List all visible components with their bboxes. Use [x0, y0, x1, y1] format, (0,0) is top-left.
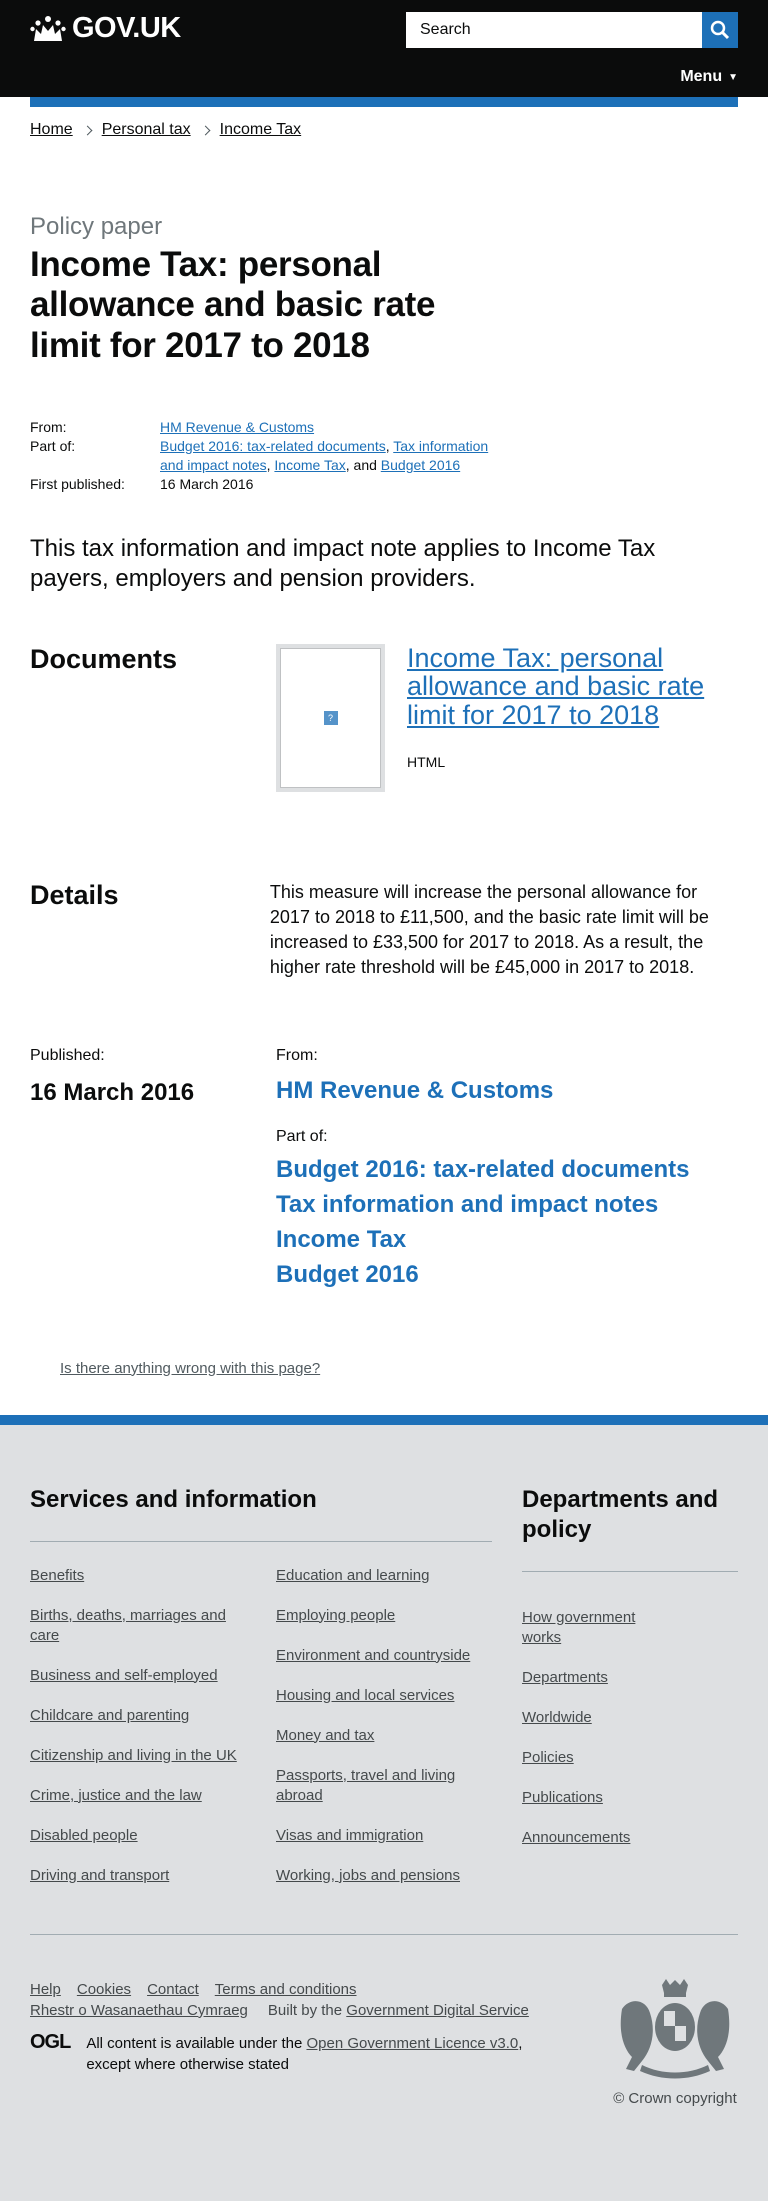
govuk-logo-link[interactable]: GOV.UK [30, 12, 181, 45]
partof-link-budget-docs[interactable]: Budget 2016: tax-related documents [276, 1152, 689, 1187]
meta-partof-link-budget-2016[interactable]: Budget 2016 [381, 457, 460, 473]
footer-link-visas[interactable]: Visas and immigration [276, 1826, 492, 1846]
header-blue-bar [30, 97, 738, 107]
licence-link[interactable]: Open Government Licence v3.0 [306, 2035, 518, 2052]
breadcrumb-personal-tax[interactable]: Personal tax [102, 121, 191, 139]
published-date: 16 March 2016 [30, 1078, 195, 1106]
breadcrumb: Home Personal tax Income Tax [0, 107, 768, 143]
partof-link-income-tax[interactable]: Income Tax [276, 1222, 689, 1257]
footer-link-worldwide[interactable]: Worldwide [522, 1708, 672, 1728]
ogl-logo-icon: OGL [30, 2030, 71, 2053]
search-icon [710, 20, 730, 40]
details-text: This measure will increase the personal … [269, 881, 709, 978]
menu-button[interactable]: Menu ▼ [680, 68, 738, 86]
report-problem-link[interactable]: Is there anything wrong with this page? [60, 1360, 320, 1377]
documents-heading: Documents [30, 643, 178, 674]
details-heading: Details [30, 879, 119, 910]
meta-partof-label: Part of: [30, 437, 76, 454]
services-column-1: Benefits Births, deaths, marriages and c… [30, 1566, 276, 1906]
partof-link-tiin[interactable]: Tax information and impact notes [276, 1187, 689, 1222]
separator: , and [345, 456, 381, 473]
page-caption: Policy paper [30, 213, 163, 240]
search-form [406, 12, 738, 48]
document-placeholder-icon: ? [323, 710, 338, 725]
footer-link-money[interactable]: Money and tax [276, 1726, 492, 1746]
services-heading: Services and information [30, 1485, 492, 1542]
from-label: From: [276, 1046, 318, 1064]
site-footer: Services and information Benefits Births… [0, 1414, 768, 2201]
published-label: Published: [30, 1046, 105, 1064]
footer-link-environment[interactable]: Environment and countryside [276, 1646, 492, 1666]
from-link-hmrc[interactable]: HM Revenue & Customs [276, 1073, 689, 1108]
licence-prefix: All content is available under the [86, 2034, 307, 2052]
footer-link-departments[interactable]: Departments [522, 1668, 672, 1688]
logo-text: GOV.UK [72, 12, 181, 44]
licence-text: All content is available under the Open … [86, 2033, 556, 2075]
chevron-right-icon [200, 125, 211, 135]
footer-contact-link[interactable]: Contact [147, 1981, 199, 1998]
departments-section: Departments and policy How government wo… [522, 1485, 738, 1906]
crown-copyright: © Crown copyright [612, 1978, 738, 2107]
site-header: GOV.UK Menu ▼ [0, 0, 768, 97]
meta-from-label: From: [30, 418, 67, 435]
footer-link-passports[interactable]: Passports, travel and living abroad [276, 1766, 476, 1806]
services-section: Services and information Benefits Births… [30, 1485, 492, 1906]
footer-link-policies[interactable]: Policies [522, 1748, 672, 1768]
meta-partof-link-budget-docs[interactable]: Budget 2016: tax-related documents [160, 438, 386, 454]
footer-link-benefits[interactable]: Benefits [30, 1566, 276, 1586]
footer-link-births[interactable]: Births, deaths, marriages and care [30, 1606, 250, 1646]
footer-link-childcare[interactable]: Childcare and parenting [30, 1706, 276, 1726]
footer-link-employing[interactable]: Employing people [276, 1606, 492, 1626]
footer-link-how-government-works[interactable]: How government works [522, 1608, 672, 1648]
details-section: Details This measure will increase the p… [0, 880, 768, 981]
meta-published-label: First published: [30, 475, 125, 492]
footer-link-housing[interactable]: Housing and local services [276, 1686, 492, 1706]
menu-label: Menu [680, 68, 723, 85]
footer-link-announcements[interactable]: Announcements [522, 1828, 672, 1848]
published-section: Published: 16 March 2016 From: HM Revenu… [0, 1047, 768, 1292]
document-type: HTML [407, 753, 446, 770]
report-problem: Is there anything wrong with this page? [0, 1292, 768, 1377]
document-link[interactable]: Income Tax: personal allowance and basic… [407, 643, 717, 730]
meta-from-link[interactable]: HM Revenue & Customs [160, 419, 314, 435]
footer-meta: Help Cookies Contact Terms and conditions R… [0, 1935, 768, 2107]
footer-link-business[interactable]: Business and self-employed [30, 1666, 276, 1686]
footer-help-link[interactable]: Help [30, 1981, 61, 1998]
documents-section: Documents ? Income Tax: personal allowan… [0, 643, 768, 792]
departments-heading: Departments and policy [522, 1485, 738, 1572]
page-title: Income Tax: personal allowance and basic… [30, 245, 436, 365]
royal-coat-of-arms-icon [620, 1978, 730, 2078]
built-by-text: Built by the [267, 2001, 347, 2019]
search-button[interactable] [702, 12, 738, 48]
breadcrumb-home[interactable]: Home [30, 121, 73, 139]
services-column-2: Education and learning Employing people … [276, 1566, 492, 1906]
partof-link-budget-2016[interactable]: Budget 2016 [276, 1257, 689, 1292]
document-thumbnail[interactable]: ? [276, 643, 385, 792]
footer-link-working[interactable]: Working, jobs and pensions [276, 1866, 492, 1886]
breadcrumb-income-tax[interactable]: Income Tax [220, 121, 302, 139]
partof-label: Part of: [276, 1127, 328, 1145]
caret-down-icon: ▼ [728, 71, 738, 83]
meta-partof-links: Budget 2016: tax-related documents, Tax … [160, 437, 510, 475]
meta-published-value: 16 March 2016 [160, 475, 254, 492]
footer-link-publications[interactable]: Publications [522, 1788, 672, 1808]
footer-link-driving[interactable]: Driving and transport [30, 1866, 276, 1886]
crown-icon [30, 15, 66, 41]
lead-paragraph: This tax information and impact note app… [30, 534, 656, 592]
footer-link-crime[interactable]: Crime, justice and the law [30, 1786, 276, 1806]
crown-copyright-link[interactable]: © Crown copyright [613, 2090, 737, 2107]
footer-cookies-link[interactable]: Cookies [77, 1981, 131, 1998]
page-metadata: From: HM Revenue & Customs Part of: Budg… [0, 366, 768, 494]
partof-list: Budget 2016: tax-related documents Tax i… [276, 1152, 689, 1292]
footer-terms-link[interactable]: Terms and conditions [215, 1981, 357, 1998]
footer-welsh-link[interactable]: Rhestr o Wasanaethau Cymraeg [30, 2002, 248, 2019]
chevron-right-icon [82, 125, 93, 135]
footer-link-education[interactable]: Education and learning [276, 1566, 492, 1586]
search-input[interactable] [406, 12, 702, 48]
footer-link-disabled[interactable]: Disabled people [30, 1826, 276, 1846]
footer-link-citizenship[interactable]: Citizenship and living in the UK [30, 1746, 276, 1766]
footer-gds-link[interactable]: Government Digital Service [346, 2002, 529, 2019]
meta-partof-link-income-tax[interactable]: Income Tax [274, 457, 345, 473]
